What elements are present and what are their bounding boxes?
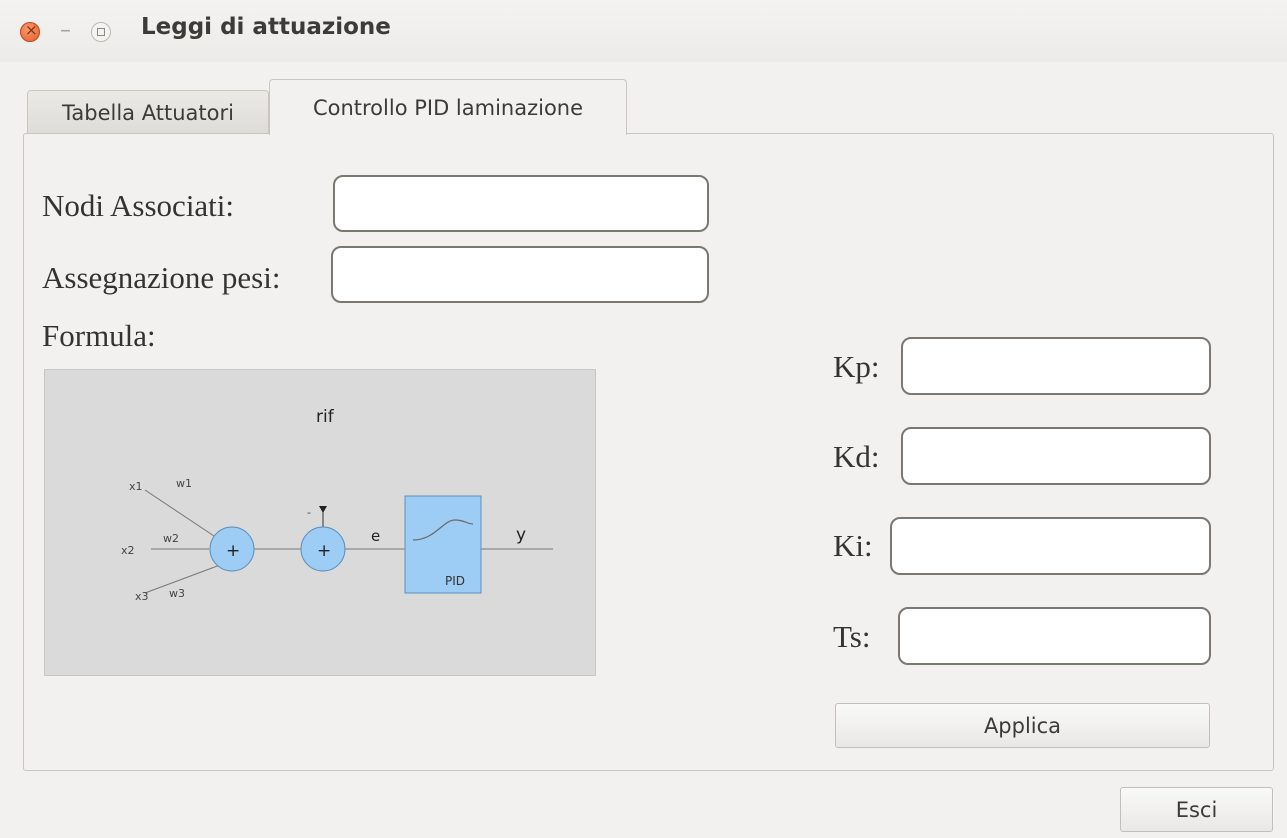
pid-block-diagram: rif x1 w1 x2 w2 x3 w3 + + - e PID y bbox=[121, 407, 553, 603]
rif-arrow-icon bbox=[319, 506, 327, 513]
ki-label: Ki: bbox=[833, 528, 873, 563]
output-label: y bbox=[516, 525, 526, 545]
minimize-window-icon[interactable]: – bbox=[60, 20, 71, 42]
ts-field[interactable] bbox=[898, 607, 1211, 665]
maximize-window-icon[interactable] bbox=[91, 22, 111, 42]
tab-controllo-pid[interactable]: Controllo PID laminazione bbox=[269, 79, 627, 135]
x3-label: x3 bbox=[135, 590, 149, 603]
rif-label: rif bbox=[316, 407, 335, 427]
x1-line bbox=[144, 489, 221, 541]
sum-2-sign: + bbox=[317, 541, 331, 561]
tab-tabella-attuatori[interactable]: Tabella Attuatori bbox=[27, 90, 269, 134]
pid-block bbox=[404, 495, 482, 594]
nodi-associati-label: Nodi Associati: bbox=[42, 188, 235, 223]
applica-button[interactable]: Applica bbox=[835, 703, 1210, 748]
w1-label: w1 bbox=[176, 477, 192, 490]
kd-label: Kd: bbox=[833, 439, 880, 474]
formula-diagram: rif x1 w1 x2 w2 x3 w3 + + - e PID y bbox=[44, 369, 596, 676]
esci-button[interactable]: Esci bbox=[1120, 787, 1273, 832]
kp-field[interactable] bbox=[901, 337, 1211, 395]
minus-sign: - bbox=[307, 506, 311, 519]
ts-label: Ts: bbox=[833, 619, 871, 654]
assegnazione-pesi-label: Assegnazione pesi: bbox=[42, 260, 281, 295]
sum-1-sign: + bbox=[226, 541, 240, 561]
w2-label: w2 bbox=[163, 532, 179, 545]
x1-label: x1 bbox=[129, 480, 143, 493]
formula-label: Formula: bbox=[42, 318, 156, 353]
close-window-icon[interactable] bbox=[20, 21, 40, 42]
nodi-associati-field[interactable] bbox=[333, 175, 709, 232]
kd-field[interactable] bbox=[901, 427, 1211, 485]
error-label: e bbox=[371, 527, 380, 545]
assegnazione-pesi-field[interactable] bbox=[331, 246, 709, 303]
window-title: Leggi di attuazione bbox=[141, 14, 391, 40]
ki-field[interactable] bbox=[890, 517, 1211, 575]
w3-label: w3 bbox=[169, 587, 185, 600]
title-bar: – Leggi di attuazione bbox=[0, 0, 1287, 62]
pid-label: PID bbox=[445, 574, 465, 588]
x2-label: x2 bbox=[121, 544, 135, 557]
kp-label: Kp: bbox=[833, 349, 880, 384]
